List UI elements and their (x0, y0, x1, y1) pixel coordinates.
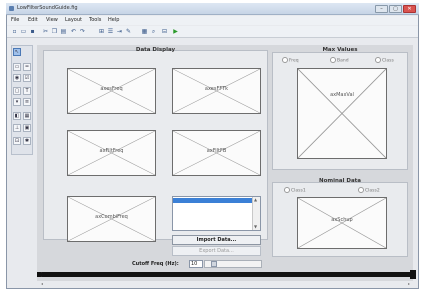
buttongroup-icon[interactable]: ⊡ (13, 137, 21, 145)
cutoff-freq-label: Cutoff Freq (Hz): (132, 261, 179, 267)
select-icon[interactable]: ↖ (13, 48, 21, 56)
radio-class1-label: Class1 (291, 188, 306, 194)
axes-filt-fb[interactable]: axFiltFB (172, 130, 261, 176)
axes-schup[interactable]: axSchup (297, 197, 387, 249)
table-icon[interactable]: ▦ (23, 112, 31, 120)
run-icon[interactable]: ▶ (172, 28, 179, 35)
scroll-left-handle[interactable] (37, 272, 41, 277)
radio-freq[interactable]: Freq (282, 57, 299, 64)
title-bar[interactable]: LowFilterSoundGuide.fig (6, 3, 419, 15)
scroll-up-icon[interactable]: ▲ (254, 197, 257, 202)
radiobutton-icon[interactable]: ◉ (13, 74, 21, 82)
pushbutton-icon[interactable]: ▭ (13, 63, 21, 71)
radio-band-label: Band (337, 58, 349, 64)
scroll-right-icon[interactable]: ▸ (408, 281, 410, 286)
axes-tag: axFiltFreq (99, 147, 124, 154)
listbox-icon[interactable]: ≡ (23, 98, 31, 106)
edittext-icon[interactable]: ▢ (13, 87, 21, 95)
axes-tag: axCombiFreq (95, 213, 128, 220)
radio-class[interactable]: Class (375, 57, 394, 64)
axes-placeholder-cross (298, 198, 386, 248)
copy-icon[interactable]: ❐ (51, 28, 58, 35)
mfile-editor-icon[interactable]: ✎ (125, 28, 132, 35)
radio-class1[interactable]: Class1 (284, 187, 306, 194)
listbox-selected-row[interactable] (173, 198, 252, 203)
axes-tag: axesFreq (100, 85, 123, 92)
menu-edit[interactable]: Edit (28, 17, 38, 23)
cut-icon[interactable]: ✂ (42, 28, 49, 35)
menu-view[interactable]: View (46, 17, 58, 23)
radio-class2[interactable]: Class2 (358, 187, 380, 194)
menu-tools[interactable]: Tools (89, 17, 101, 23)
scroll-left-icon[interactable]: ◂ (41, 281, 43, 286)
axes-max-val[interactable]: axMaxVal (297, 68, 387, 159)
scroll-down-icon[interactable]: ▼ (254, 224, 257, 229)
popupmenu-icon[interactable]: ▾ (13, 98, 21, 106)
export-data-button[interactable]: Export Data... (172, 246, 261, 256)
tab-order-icon[interactable]: ⇥ (116, 28, 123, 35)
cutoff-freq-input[interactable]: 10 (189, 260, 203, 268)
app-icon (9, 6, 14, 11)
statictext-icon[interactable]: T (23, 87, 31, 95)
paste-icon[interactable]: ▤ (60, 28, 67, 35)
axes-tag: axSchup (331, 217, 353, 223)
axes-tag: axesFFTk (204, 85, 229, 92)
panel-icon[interactable]: ▣ (23, 124, 31, 132)
axes-tag: axFiltFB (206, 147, 227, 154)
new-icon[interactable]: ▫ (11, 28, 18, 35)
axes-fftk[interactable]: axesFFTk (172, 68, 261, 114)
axes-placeholder-cross (298, 69, 386, 158)
data-display-title: Data Display (135, 47, 176, 53)
layout-icon[interactable]: ⊟ (161, 28, 168, 35)
slider-thumb[interactable] (211, 261, 217, 267)
open-icon[interactable]: ▭ (20, 28, 27, 35)
togglebutton-icon[interactable]: ◧ (13, 112, 21, 120)
canvas-horizontal-scrollbar[interactable] (40, 272, 415, 277)
maximize-button[interactable]: ▢ (389, 5, 402, 13)
axes-freq[interactable]: axesFreq (67, 68, 156, 114)
window-title: LowFilterSoundGuide.fig (17, 5, 78, 11)
property-inspector-icon[interactable]: ▦ (141, 28, 148, 35)
import-data-button[interactable]: Import Data... (172, 235, 261, 245)
align-icon[interactable]: ⊞ (98, 28, 105, 35)
toolbar (7, 26, 418, 38)
save-icon[interactable]: ▪ (29, 28, 36, 35)
menu-editor-icon[interactable]: ☰ (107, 28, 114, 35)
undo-icon[interactable]: ↶ (70, 28, 77, 35)
radio-class-label: Class (382, 58, 394, 64)
radio-freq-label: Freq (289, 58, 299, 64)
axes-filt-freq[interactable]: axFiltFreq (67, 130, 156, 176)
slider-icon[interactable]: ═ (23, 63, 31, 71)
axes-tag: axMaxVal (330, 92, 354, 99)
close-button[interactable]: ✕ (403, 5, 416, 13)
activex-icon[interactable]: ✱ (23, 137, 31, 145)
checkbox-icon[interactable]: ☑ (23, 74, 31, 82)
menu-file[interactable]: File (11, 17, 19, 23)
menu-help[interactable]: Help (108, 17, 119, 23)
listbox-scrollbar[interactable]: ▲ ▼ (252, 197, 260, 230)
radio-band[interactable]: Band (330, 57, 349, 64)
scroll-right-handle[interactable] (410, 270, 416, 279)
axes-icon[interactable]: ⊥ (13, 124, 21, 132)
max-values-title: Max Values (322, 47, 358, 53)
axes-combi-freq[interactable]: axCombiFreq (67, 196, 156, 242)
radio-class2-label: Class2 (365, 188, 380, 194)
menu-layout[interactable]: Layout (65, 17, 82, 23)
redo-icon[interactable]: ↷ (79, 28, 86, 35)
object-browser-icon[interactable]: ⌕ (150, 28, 157, 35)
nominal-data-title: Nominal Data (318, 178, 362, 184)
minimize-button[interactable]: – (375, 5, 388, 13)
